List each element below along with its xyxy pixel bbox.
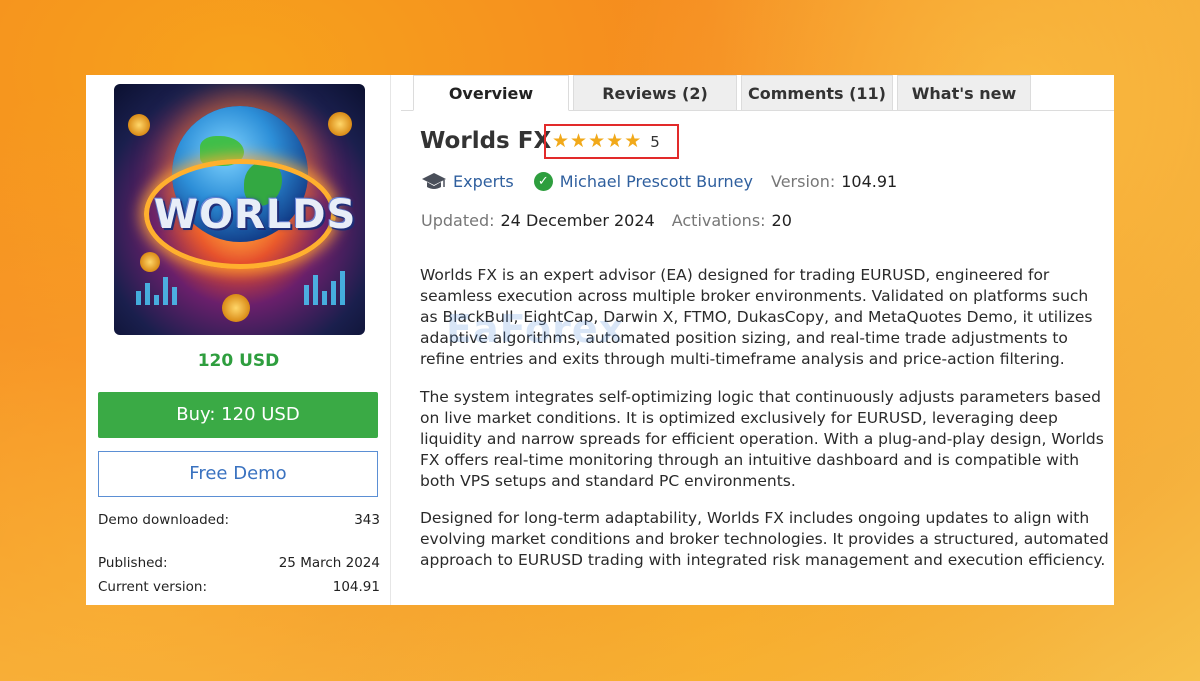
updated-label: Updated: — [421, 211, 495, 230]
stat-label: Demo downloaded: — [98, 512, 230, 528]
description-paragraph: Designed for long-term adaptability, Wor… — [420, 509, 1109, 569]
updated-value: 24 December 2024 — [500, 211, 655, 230]
verified-check-icon: ✓ — [533, 171, 553, 191]
star-icon: ★ — [570, 130, 588, 152]
stat-value: 104.91 — [332, 579, 380, 595]
stat-current-version: Current version: 104.91 — [98, 579, 380, 595]
version-value: 104.91 — [841, 171, 898, 191]
activations-value: 20 — [771, 211, 792, 230]
star-icon: ★ — [624, 130, 642, 152]
category-link[interactable]: Experts — [453, 172, 514, 191]
product-price: 120 USD — [197, 351, 280, 371]
rating-highlight[interactable]: ★ ★ ★ ★ ★ 5 — [544, 124, 679, 159]
product-image[interactable]: WORLDS — [114, 84, 365, 335]
coin-graphic — [328, 112, 352, 136]
stat-value: 25 March 2024 — [278, 555, 380, 571]
rating-value: 5 — [650, 132, 660, 151]
star-icon: ★ — [588, 130, 606, 152]
watermark-logo: EaForex — [446, 307, 625, 351]
product-title: Worlds FX — [420, 128, 552, 154]
tab-whats-new[interactable]: What's new — [897, 75, 1031, 111]
stat-value: 343 — [354, 512, 380, 528]
description-paragraph: The system integrates self-optimizing lo… — [420, 388, 1104, 490]
coin-graphic — [128, 114, 150, 136]
tab-reviews[interactable]: Reviews (2) — [573, 75, 737, 111]
stat-label: Published: — [98, 555, 168, 571]
product-meta: Experts ✓ Michael Prescott Burney Versio… — [421, 170, 897, 192]
author-link[interactable]: Michael Prescott Burney — [560, 172, 753, 191]
activations-label: Activations: — [671, 211, 766, 230]
product-card: WORLDS 120 USD Buy: 120 USD Free Demo De… — [86, 75, 1114, 605]
buy-button[interactable]: Buy: 120 USD — [98, 392, 378, 438]
star-icon: ★ — [552, 130, 570, 152]
stat-published: Published: 25 March 2024 — [98, 555, 380, 571]
free-demo-button[interactable]: Free Demo — [98, 451, 378, 497]
version-label: Version: — [771, 171, 836, 191]
bars-graphic — [136, 265, 346, 305]
stat-demo-downloaded: Demo downloaded: 343 — [98, 512, 380, 528]
stat-label: Current version: — [98, 579, 207, 595]
tab-comments[interactable]: Comments (11) — [741, 75, 893, 111]
product-meta-secondary: Updated: 24 December 2024 Activations: 2… — [421, 211, 792, 230]
star-icon: ★ — [606, 130, 624, 152]
product-sidebar: WORLDS 120 USD Buy: 120 USD Free Demo De… — [86, 75, 391, 605]
tab-bar: Overview Reviews (2) Comments (11) What'… — [413, 75, 1035, 111]
tab-overview[interactable]: Overview — [413, 75, 569, 111]
product-image-text: WORLDS — [154, 192, 357, 238]
graduation-cap-icon — [421, 171, 447, 191]
